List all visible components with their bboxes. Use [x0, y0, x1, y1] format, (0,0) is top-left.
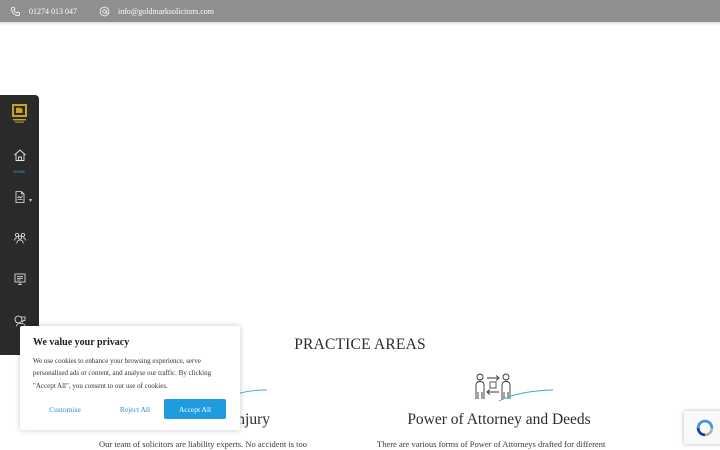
- phone-icon: [10, 6, 21, 17]
- sidebar-item-home-label: HOME: [13, 169, 26, 174]
- cookie-title: We value your privacy: [33, 337, 130, 348]
- phone-number: 01274 013 047: [29, 6, 77, 16]
- accept-all-button[interactable]: Accept All: [164, 399, 226, 419]
- email-address: info@goldmarksolicitors.com: [118, 6, 215, 16]
- sidebar-item-news[interactable]: [0, 272, 39, 291]
- practice-area-title-power-of-attorney[interactable]: Power of Attorney and Deeds: [399, 411, 599, 429]
- at-sign-icon: [99, 6, 110, 17]
- document-icon: [13, 190, 27, 209]
- cookie-consent-banner: We value your privacy We use cookies to …: [20, 326, 240, 430]
- phone-contact[interactable]: 01274 013 047: [10, 6, 77, 17]
- sidebar-item-home[interactable]: HOME: [0, 148, 39, 174]
- recaptcha-badge[interactable]: [684, 411, 720, 444]
- chevron-down-icon[interactable]: ▾: [29, 197, 32, 204]
- email-contact[interactable]: info@goldmarksolicitors.com: [99, 6, 214, 17]
- team-icon: [13, 231, 27, 250]
- recaptcha-icon: [696, 419, 714, 436]
- home-icon: [13, 148, 27, 167]
- sidebar-nav: HOME ▾: [0, 95, 39, 355]
- customise-button[interactable]: Customise: [36, 399, 94, 419]
- news-icon: [13, 272, 27, 291]
- top-contact-bar: 01274 013 047 info@goldmarksolicitors.co…: [0, 0, 720, 25]
- sidebar-item-documents[interactable]: [0, 190, 39, 209]
- reject-all-button[interactable]: Reject All: [104, 399, 166, 419]
- power-of-attorney-swoosh-decoration: [498, 389, 554, 402]
- practice-area-text-power-of-attorney: There are various forms of Power of Atto…: [377, 439, 606, 449]
- cookie-body-text: We use cookies to enhance your browsing …: [33, 357, 212, 390]
- topbar-shadow: [0, 22, 720, 25]
- practice-area-text-injury: Our team of solicitors are liability exp…: [99, 439, 307, 449]
- goldmark-logo-icon[interactable]: [11, 103, 28, 125]
- sidebar-item-team[interactable]: [0, 231, 39, 250]
